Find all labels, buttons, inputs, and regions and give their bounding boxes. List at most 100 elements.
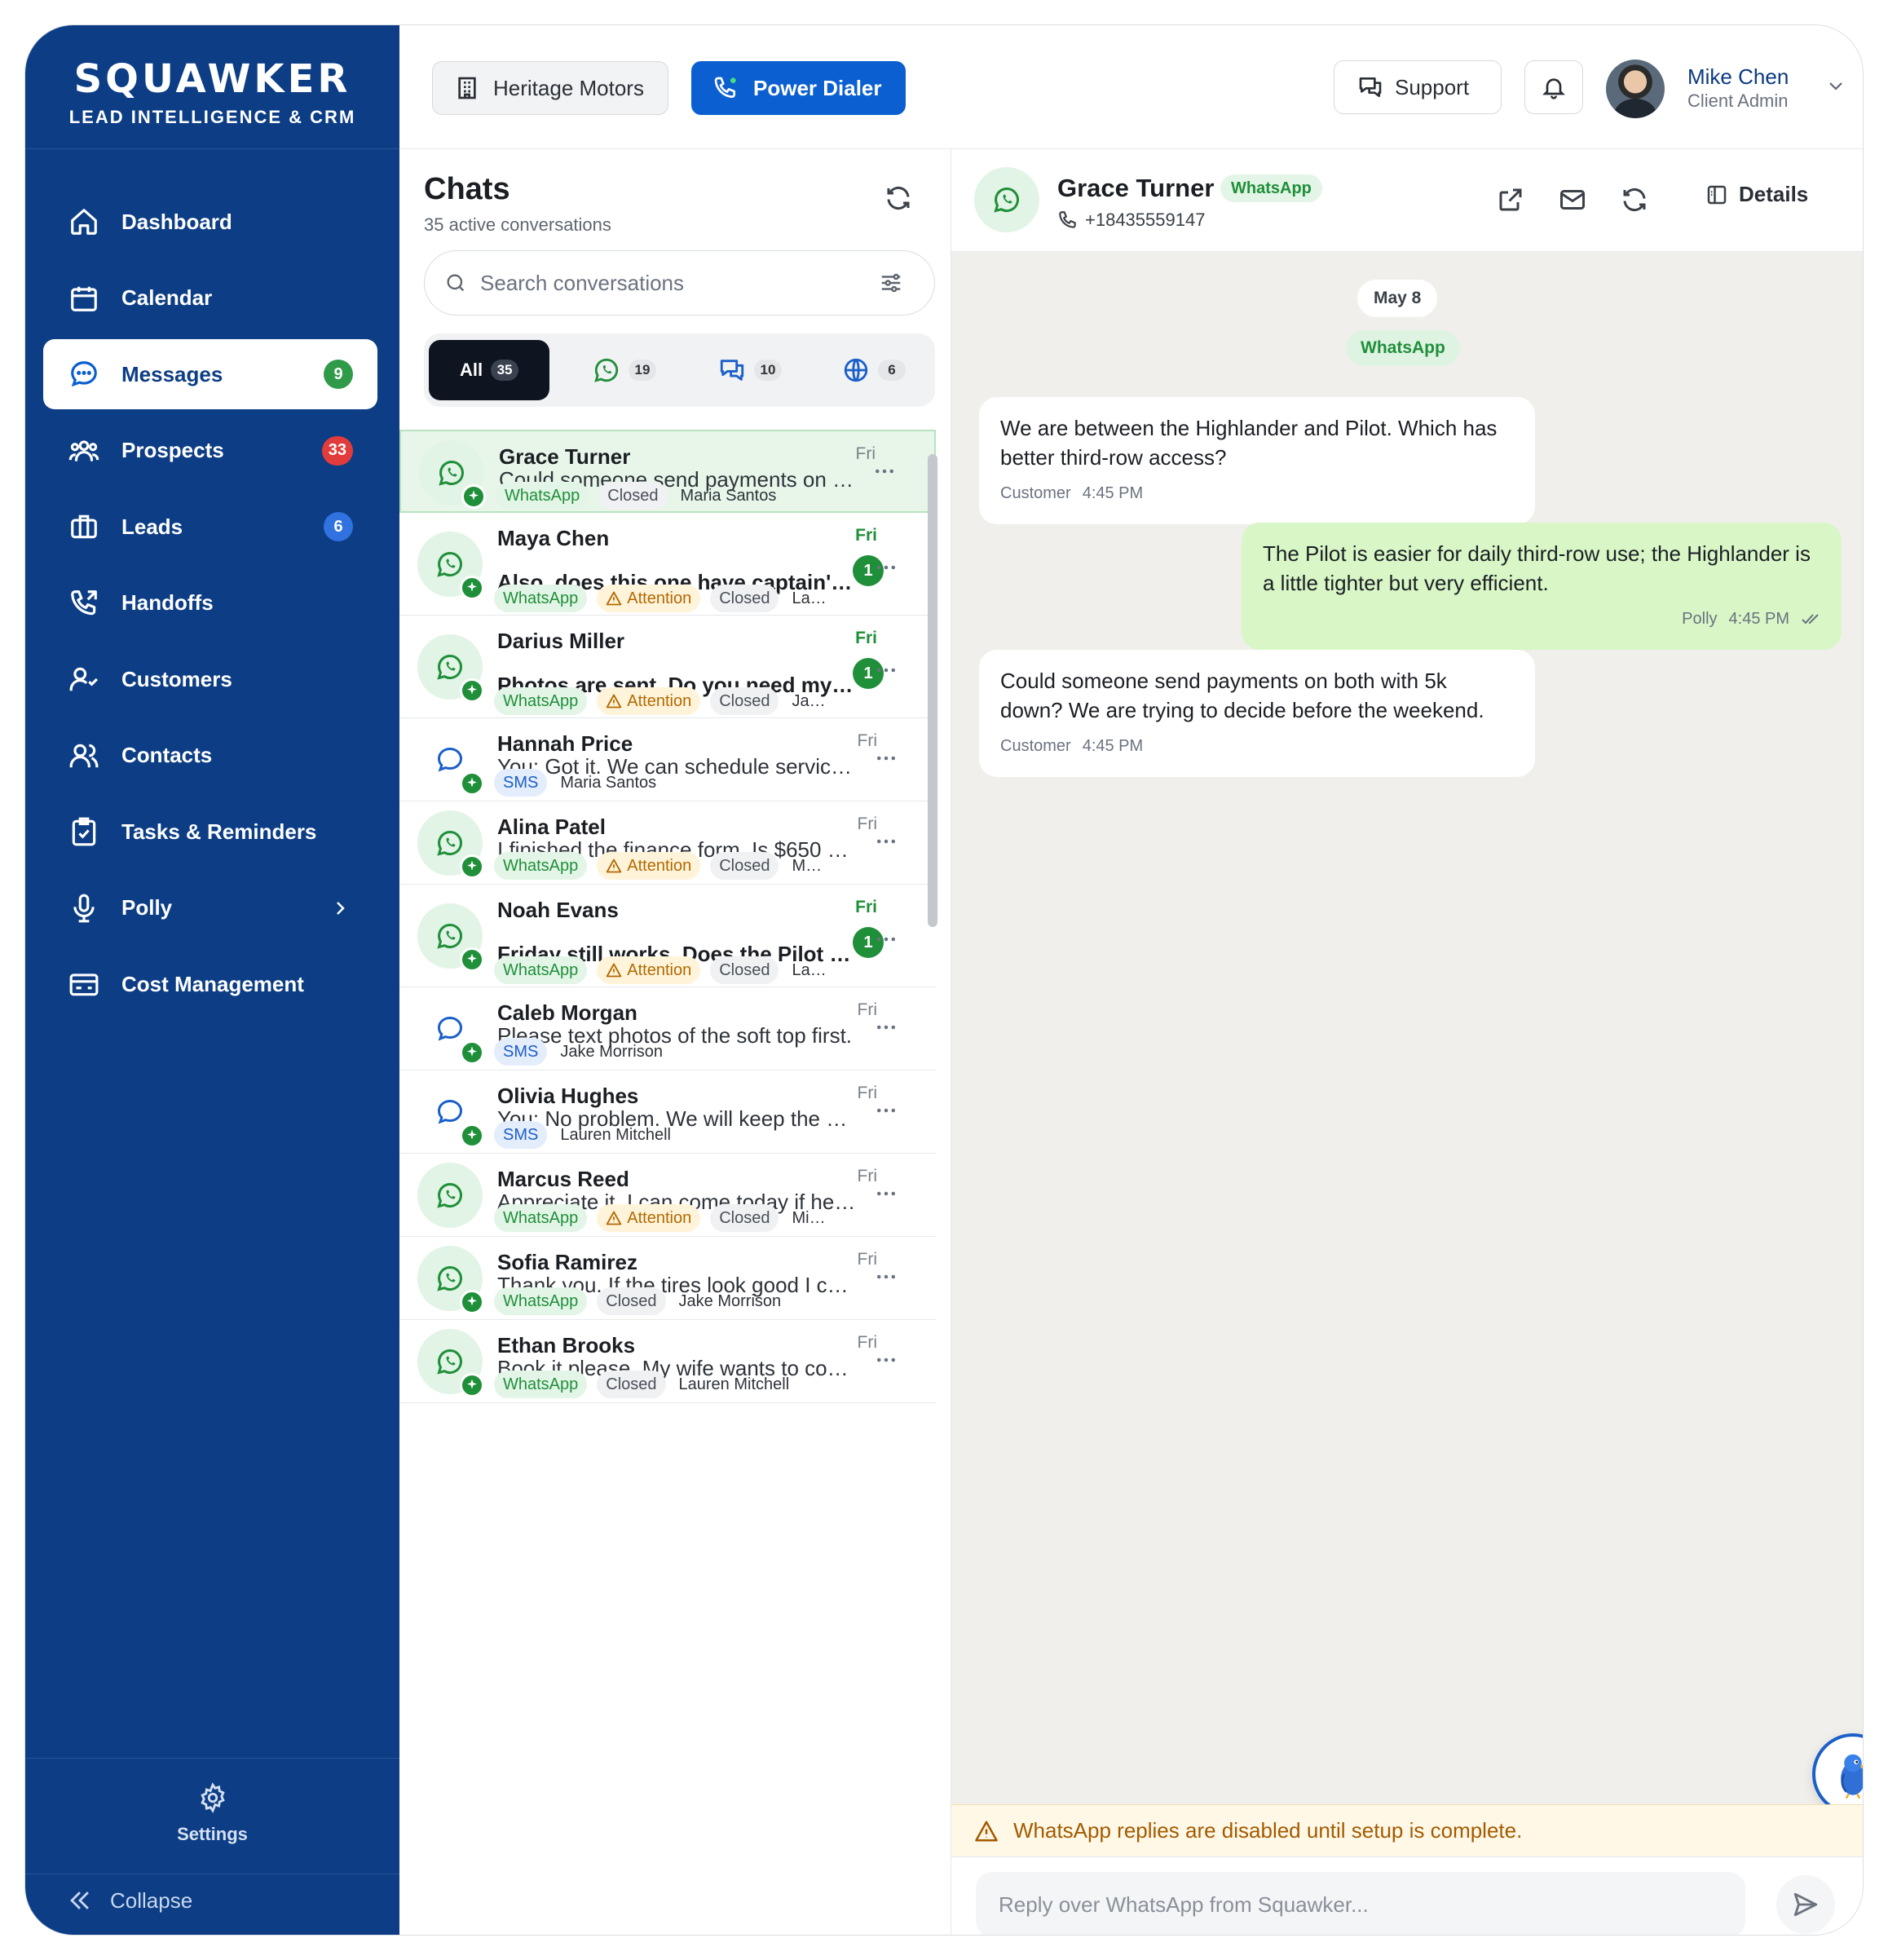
search-input[interactable] (480, 270, 871, 296)
phone-icon (1059, 211, 1076, 228)
message-bubble-inbound: We are between the Highlander and Pilot.… (979, 397, 1535, 524)
reply-input[interactable] (976, 1872, 1745, 1935)
building-icon (458, 77, 476, 99)
channel-tag: SMS (494, 769, 548, 797)
message-meta: Customer 4:45 PM (1000, 479, 1514, 508)
setup-warning-banner: WhatsApp replies are disabled until setu… (951, 1804, 1863, 1856)
collapse-label: Collapse (110, 1887, 193, 1913)
channel-chip: WhatsApp (1220, 174, 1322, 202)
last-message-time: Fri (855, 898, 877, 916)
refresh-icon[interactable] (884, 183, 913, 213)
collapse-button[interactable]: Collapse (66, 1887, 192, 1914)
refresh-icon[interactable] (1620, 185, 1649, 214)
conversation-row[interactable]: Noah Evans Fri 1 Friday still works. Does t… (399, 885, 936, 987)
support-button[interactable]: Support (1334, 60, 1502, 114)
warning-triangle-icon (607, 859, 622, 873)
more-options-icon[interactable] (874, 555, 898, 580)
assigned-agent: Lauren Mitchell (560, 1125, 671, 1144)
contact-name: Hannah Price (497, 731, 633, 756)
chats-subtitle: 35 active conversations (424, 214, 611, 235)
status-tag: Closed (710, 956, 779, 984)
ai-badge (460, 576, 484, 600)
channel-avatar (417, 903, 484, 972)
conversation-row[interactable]: Grace Turner Fri Could someone send paymen… (399, 430, 936, 513)
dealer-selector-button[interactable]: Heritage Motors (432, 61, 668, 115)
more-options-icon[interactable] (874, 746, 898, 770)
sidebar-item-leads[interactable]: Leads 6 (43, 492, 377, 562)
sidebar-item-calendar[interactable]: Calendar (43, 263, 377, 333)
brand-tagline: LEAD INTELLIGENCE & CRM (68, 107, 356, 127)
contact-name: Grace Turner (499, 444, 631, 469)
conversation-row[interactable]: Caleb Morgan Fri Please text photos of the… (399, 987, 936, 1070)
tab-sms[interactable]: 10 (693, 340, 807, 400)
channel-tag: WhatsApp (494, 1204, 588, 1232)
message-text: The Pilot is easier for daily third-row … (1263, 541, 1811, 595)
sidebar-item-customers[interactable]: Customers (43, 644, 377, 714)
contact-name: Marcus Reed (497, 1167, 629, 1191)
user-avatar[interactable] (1606, 60, 1665, 118)
conversation-row[interactable]: Sofia Ramirez Fri Thank you. If the tires … (399, 1237, 936, 1320)
warning-triangle-icon (607, 1211, 622, 1225)
send-icon (1793, 1892, 1818, 1917)
contact-name: Ethan Brooks (497, 1333, 636, 1357)
sidebar-item-tasks[interactable]: Tasks & Reminders (43, 797, 377, 867)
channel-avatar (419, 440, 486, 509)
sidebar-item-cost-management[interactable]: Cost Management (43, 949, 377, 1019)
status-tag: Closed (710, 852, 779, 880)
brand-name: SQUAWKER (73, 56, 351, 102)
tab-all[interactable]: All 35 (429, 340, 549, 400)
conversation-row[interactable]: Alina Patel Fri I finished the finance for… (399, 801, 936, 885)
more-options-icon[interactable] (874, 1348, 898, 1372)
assigned-agent: Lauren Mitchell (792, 961, 837, 979)
message-meta: Customer 4:45 PM (1000, 731, 1514, 761)
assigned-agent: Jake Morrison (560, 1042, 663, 1061)
channel-tag: SMS (494, 1121, 548, 1149)
channel-avatar (417, 727, 484, 796)
polly-assistant-button[interactable]: 1 (1812, 1733, 1863, 1815)
globe-icon (844, 358, 868, 382)
details-button[interactable]: Details (1705, 182, 1808, 207)
ai-badge (461, 484, 486, 509)
sidebar-item-messages[interactable]: Messages 9 (43, 339, 377, 409)
user-name[interactable]: Mike Chen (1687, 64, 1789, 90)
date-separator: May 8 (1357, 280, 1438, 317)
more-options-icon[interactable] (874, 1098, 898, 1123)
assigned-agent: Mike Chen (792, 1209, 837, 1227)
conversation-row[interactable]: Maya Chen Fri 1 Also, does this one have ca… (399, 513, 936, 616)
chevron-right-icon[interactable] (330, 898, 350, 918)
sidebar-item-dashboard[interactable]: Dashboard (43, 187, 377, 257)
conversation-row[interactable]: Darius Miller Fri 1 Photos are sent. Do you… (399, 616, 936, 718)
ai-badge (460, 1123, 484, 1148)
conversation-row[interactable]: Ethan Brooks Fri Book it please. My wife w… (399, 1320, 936, 1403)
sidebar-item-handoffs[interactable]: Handoffs (43, 568, 377, 638)
more-options-icon[interactable] (872, 459, 897, 483)
chat-list-scrollbar[interactable] (928, 454, 937, 927)
chevron-down-icon[interactable] (1826, 76, 1846, 95)
sidebar-item-polly[interactable]: Polly (43, 873, 377, 943)
sidebar-item-contacts[interactable]: Contacts (43, 721, 377, 791)
open-external-icon[interactable] (1496, 185, 1525, 214)
tab-all-label: All (459, 360, 483, 380)
settings-button[interactable]: Settings (25, 1782, 399, 1845)
filter-sliders-icon[interactable] (879, 271, 903, 295)
more-options-icon[interactable] (874, 1015, 898, 1040)
tab-whatsapp[interactable]: 19 (567, 340, 682, 400)
brand-logo[interactable]: SQUAWKER LEAD INTELLIGENCE & CRM (25, 25, 399, 149)
channel-avatar (417, 810, 484, 879)
more-options-icon[interactable] (874, 829, 898, 854)
attention-tag: Attention (597, 585, 701, 612)
channel-tag: WhatsApp (494, 1371, 588, 1398)
notifications-button[interactable] (1524, 60, 1583, 114)
more-options-icon[interactable] (874, 1265, 898, 1289)
mail-icon[interactable] (1558, 185, 1587, 214)
power-dialer-button[interactable]: Power Dialer (691, 61, 906, 115)
more-options-icon[interactable] (874, 927, 898, 951)
sidebar-item-prospects[interactable]: Prospects 33 (43, 416, 377, 486)
conversation-row[interactable]: Hannah Price Fri You: Got it. We can sched… (399, 718, 936, 801)
more-options-icon[interactable] (874, 658, 898, 682)
conversation-row[interactable]: Marcus Reed Fri Appreciate it. I can come … (399, 1154, 936, 1237)
conversation-row[interactable]: Olivia Hughes Fri You: No problem. We will… (399, 1070, 936, 1154)
send-button[interactable] (1776, 1875, 1835, 1934)
tab-web[interactable]: 6 (818, 340, 929, 400)
more-options-icon[interactable] (874, 1181, 898, 1206)
